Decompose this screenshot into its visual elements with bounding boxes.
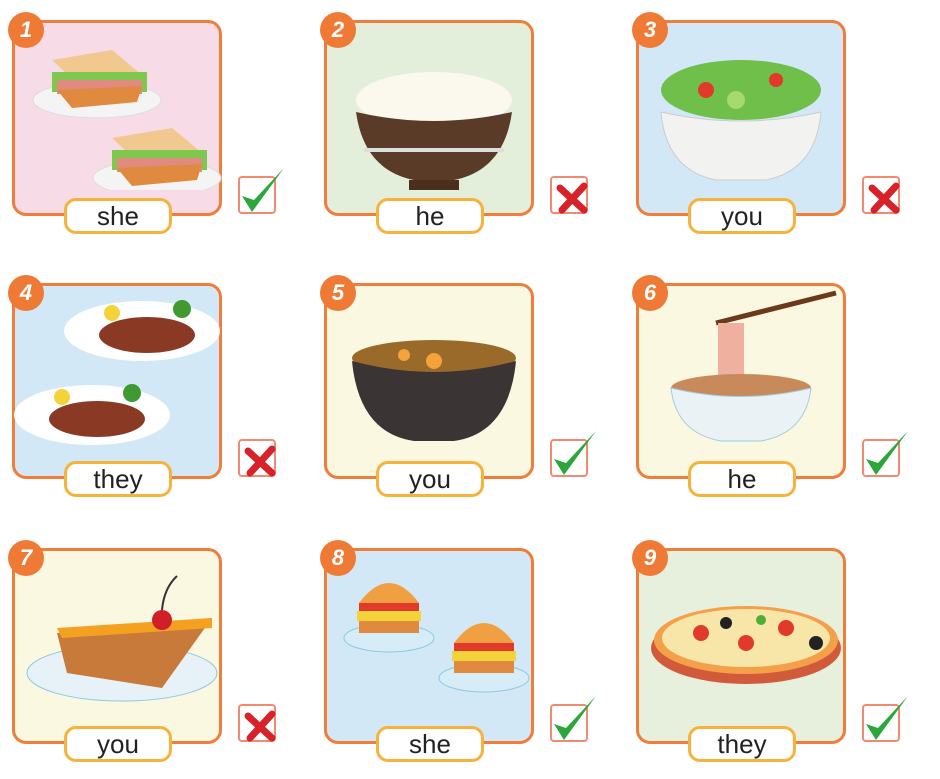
noodle-bowl-image	[670, 290, 837, 442]
check-icon	[866, 431, 908, 475]
exercise-item-9: 9 they	[632, 540, 908, 762]
item-number-badge: 7	[8, 540, 44, 576]
steaks-image	[14, 300, 220, 445]
answer-label: they	[64, 461, 172, 497]
burgers-image	[343, 583, 530, 693]
salad-bowl-image	[660, 60, 822, 181]
answer-mark-box	[550, 431, 596, 477]
check-icon	[554, 431, 596, 475]
exercise-item-5: 5 you	[320, 275, 596, 497]
answer-label: he	[376, 198, 484, 234]
answer-mark-box	[862, 696, 908, 742]
item-number-badge: 6	[632, 275, 668, 311]
cross-icon	[244, 710, 276, 742]
rice-bowl-image	[356, 72, 512, 190]
soup-bowl-image	[352, 340, 516, 441]
exercise-item-3: 3 you	[632, 12, 900, 234]
item-number-badge: 1	[8, 12, 44, 48]
sandwiches-image	[32, 50, 222, 190]
pie-slice-image	[26, 575, 218, 702]
exercise-item-6: 6 he	[632, 275, 908, 497]
check-icon	[554, 696, 596, 740]
item-number-badge: 8	[320, 540, 356, 576]
exercise-item-1: 1 she	[8, 12, 284, 234]
check-icon	[242, 168, 284, 212]
answer-label: you	[688, 198, 796, 234]
pizza-image	[651, 606, 841, 684]
answer-mark-box	[862, 431, 908, 477]
answer-label: she	[376, 726, 484, 762]
exercise-item-2: 2 he	[320, 12, 588, 234]
answer-label: you	[376, 461, 484, 497]
answer-mark-box	[550, 696, 596, 742]
exercise-item-8: 8 she	[320, 540, 596, 762]
answer-mark-box	[862, 176, 900, 214]
answer-label: they	[688, 726, 796, 762]
answer-mark-box	[238, 439, 276, 477]
cross-icon	[868, 182, 900, 214]
answer-mark-box	[550, 176, 588, 214]
item-number-badge: 3	[632, 12, 668, 48]
item-number-badge: 9	[632, 540, 668, 576]
exercise-item-4: 4 they	[8, 275, 276, 497]
cross-icon	[244, 445, 276, 477]
check-icon	[866, 696, 908, 740]
cross-icon	[556, 182, 588, 214]
answer-mark-box	[238, 168, 284, 214]
item-number-badge: 2	[320, 12, 356, 48]
answer-mark-box	[238, 704, 276, 742]
exercise-item-7: 7 you	[8, 540, 276, 762]
answer-label: she	[64, 198, 172, 234]
item-number-badge: 4	[8, 275, 44, 311]
item-number-badge: 5	[320, 275, 356, 311]
answer-label: you	[64, 726, 172, 762]
answer-label: he	[688, 461, 796, 497]
